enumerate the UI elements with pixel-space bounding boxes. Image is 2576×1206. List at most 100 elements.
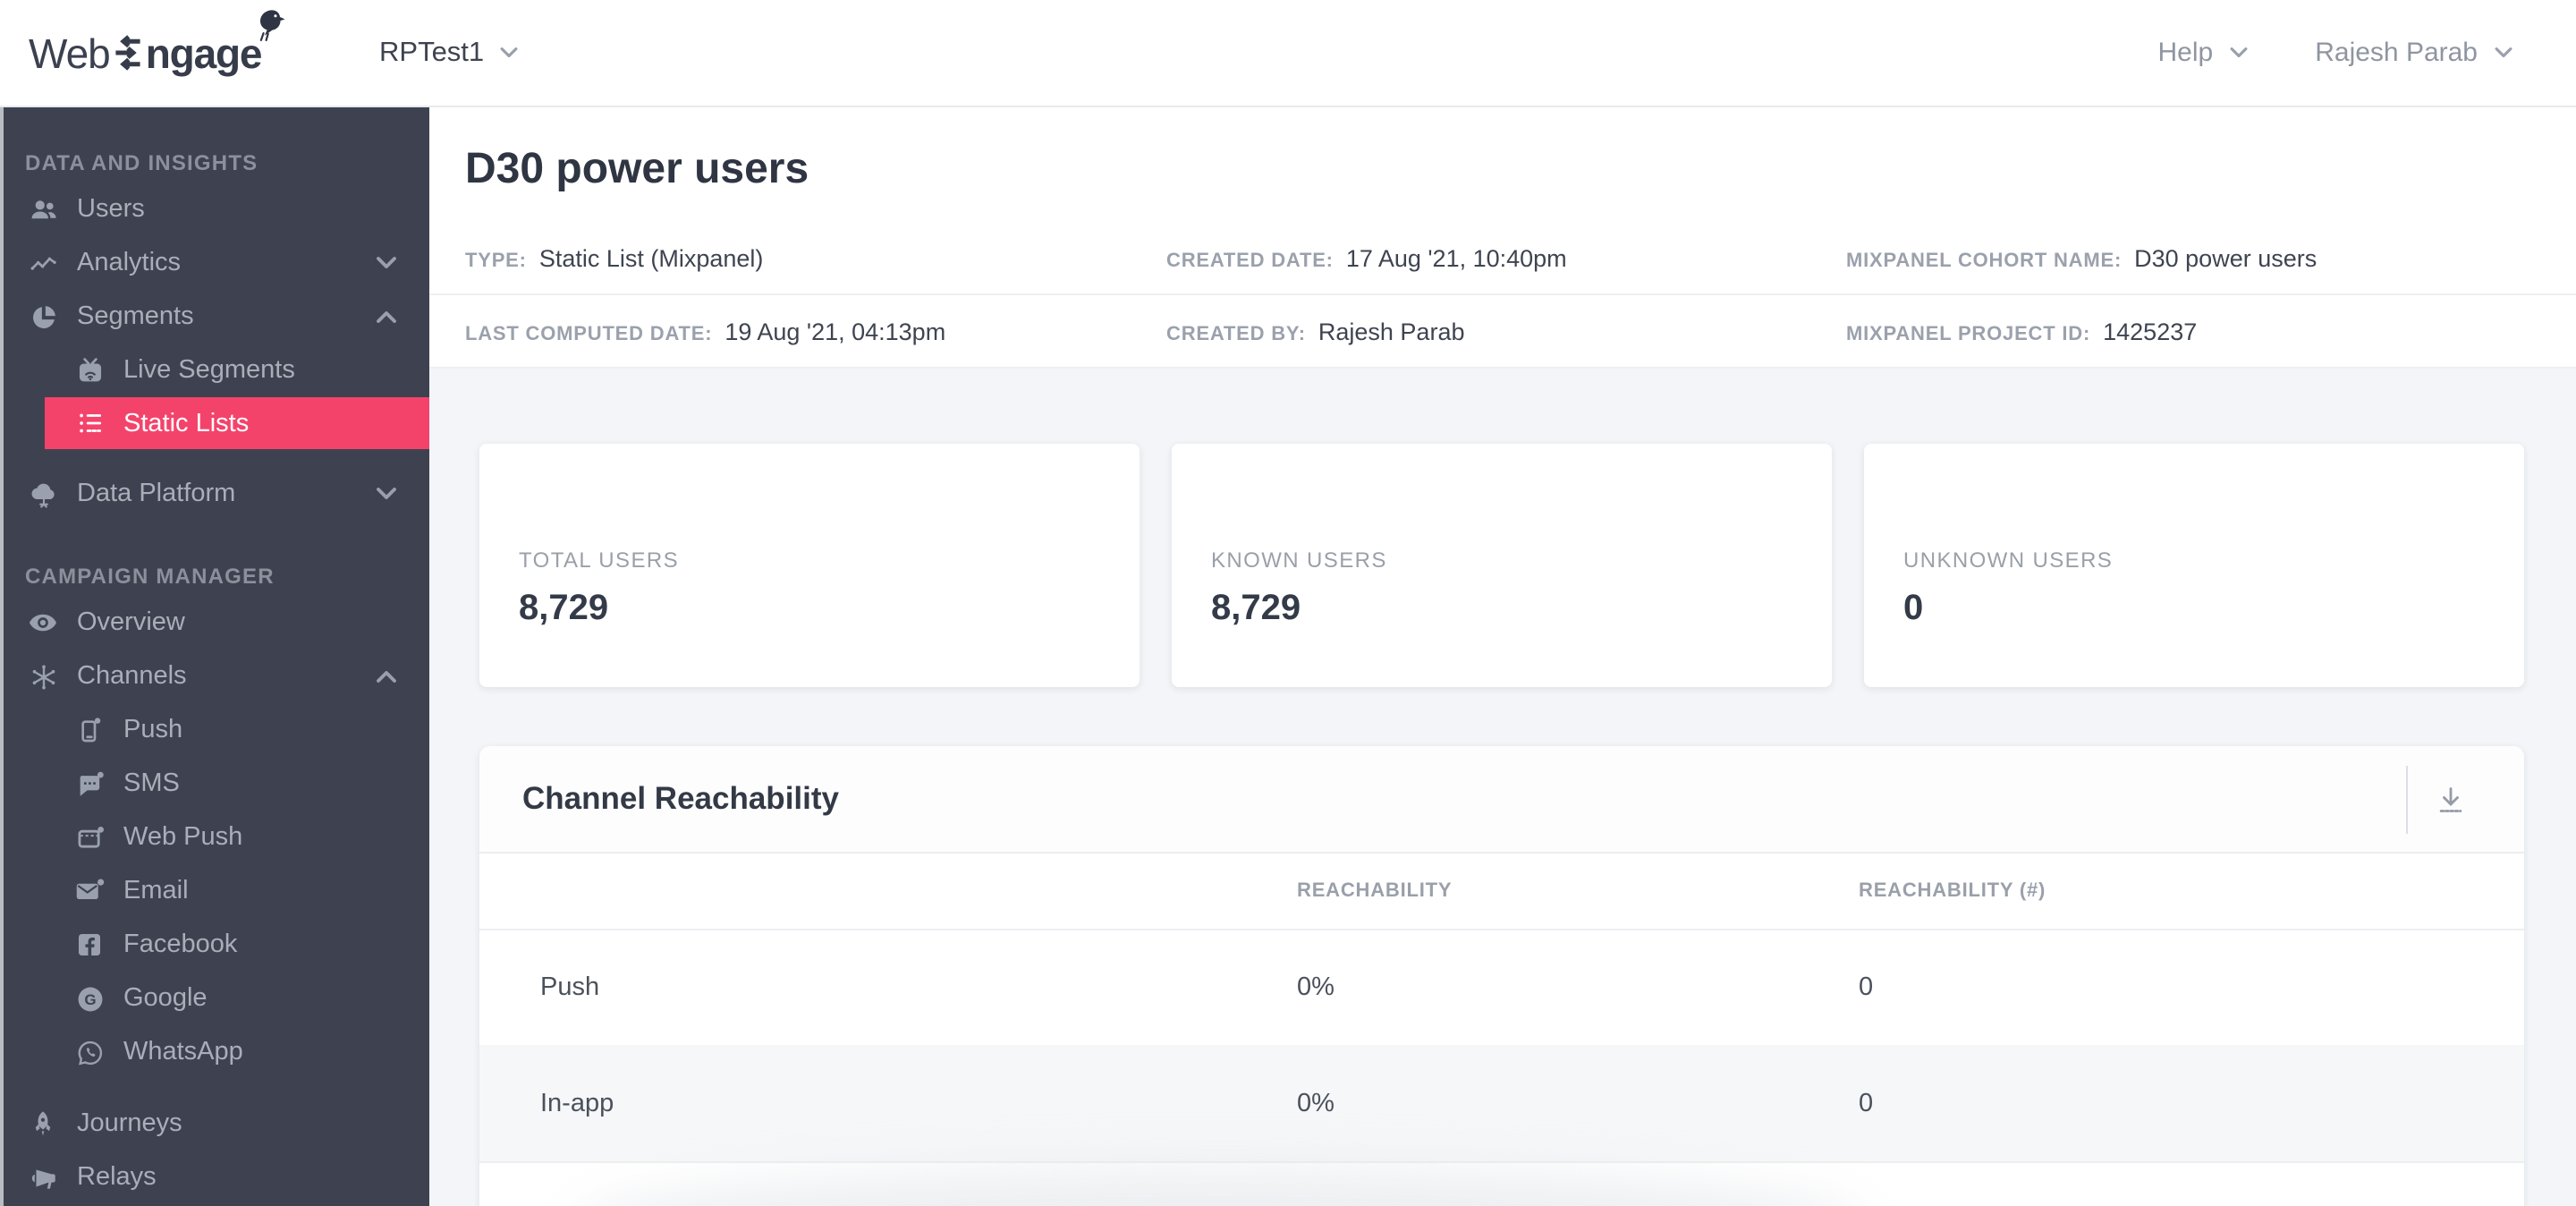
svg-text:G: G (83, 990, 95, 1007)
mobile-push-icon (72, 716, 107, 744)
metadata-row: LAST COMPUTED DATE: 19 Aug '21, 04:13pm … (429, 295, 2576, 369)
list-metadata: TYPE: Static List (Mixpanel) CREATED DAT… (429, 222, 2576, 369)
sidebar-item-segments[interactable]: Segments (0, 290, 429, 344)
meta-last-computed-date: LAST COMPUTED DATE: 19 Aug '21, 04:13pm (465, 318, 946, 344)
project-name: RPTest1 (379, 37, 485, 67)
sidebar-item-label: WhatsApp (123, 1038, 243, 1066)
sidebar-item-web-push[interactable]: Web Push (0, 811, 429, 864)
logo-arrows-icon (114, 33, 144, 80)
stat-cards: TOTAL USERS 8,729 KNOWN USERS 8,729 UNKN… (479, 444, 2524, 687)
sidebar-item-sms[interactable]: SMS (0, 757, 429, 811)
logo-text-web: Web (29, 30, 111, 76)
cell-reachability: 0% (1297, 973, 1335, 1002)
sidebar-item-facebook[interactable]: Facebook (0, 918, 429, 972)
chevron-down-icon (2495, 47, 2512, 58)
sidebar-item-label: Facebook (123, 930, 238, 959)
sidebar-item-data-platform[interactable]: Data Platform (0, 467, 429, 521)
sidebar-item-analytics[interactable]: Analytics (0, 236, 429, 290)
sms-bubble-icon (72, 769, 107, 799)
chevron-down-icon[interactable] (376, 256, 397, 270)
sidebar-section-data-insights: DATA AND INSIGHTS (25, 150, 258, 175)
meta-created-date: CREATED DATE: 17 Aug '21, 10:40pm (1166, 244, 1567, 271)
sidebar-item-email[interactable]: Email (0, 864, 429, 918)
chevron-down-icon (2230, 47, 2248, 58)
cell-reachability-count: 0 (1859, 1089, 1874, 1117)
sidebar-item-journeys[interactable]: Journeys (0, 1097, 429, 1151)
sidebar-item-label: Users (77, 195, 145, 224)
cell-channel: Push (540, 973, 600, 1002)
channels-sub-list: Push SMS Web Push Email Facebook G Googl… (0, 703, 429, 1079)
reachability-column-headers: REACHABILITY REACHABILITY (#) (479, 854, 2524, 930)
segments-sub-list: Live Segments Static Lists (0, 344, 429, 449)
metadata-row: TYPE: Static List (Mixpanel) CREATED DAT… (429, 222, 2576, 295)
sidebar-item-label: Channels (77, 662, 187, 691)
chevron-up-icon[interactable] (376, 310, 397, 324)
sidebar-item-label: Analytics (77, 249, 182, 277)
megaphone-icon (25, 1162, 61, 1193)
sidebar-item-users[interactable]: Users (0, 183, 429, 236)
webengage-logo[interactable]: Web ngage (29, 10, 285, 82)
meta-mixpanel-cohort-name: MIXPANEL COHORT NAME: D30 power users (1846, 244, 2318, 271)
sidebar-item-label: Data Platform (77, 480, 236, 508)
channels-hub-icon (25, 661, 61, 692)
sidebar-section-campaign-manager: CAMPAIGN MANAGER (25, 564, 275, 589)
whatsapp-icon (72, 1037, 107, 1067)
data-platform-icon (25, 479, 61, 509)
sidebar-item-label: Overview (77, 608, 185, 637)
sidebar-item-relays[interactable]: Relays (0, 1151, 429, 1204)
sidebar-item-live-segments[interactable]: Live Segments (0, 344, 429, 397)
sidebar: DATA AND INSIGHTS Users Analytics Segmen… (0, 107, 429, 1206)
stat-card-unknown-users: UNKNOWN USERS 0 (1864, 444, 2524, 687)
chevron-up-icon[interactable] (376, 669, 397, 684)
sidebar-item-label: Static Lists (123, 409, 250, 437)
column-header-reachability-count: REACHABILITY (#) (1859, 880, 2046, 902)
user-name: Rajesh Parab (2315, 38, 2478, 68)
static-lists-icon (72, 408, 107, 438)
sidebar-item-label: Web Push (123, 823, 243, 852)
sidebar-item-overview[interactable]: Overview (0, 596, 429, 650)
project-selector[interactable]: RPTest1 (379, 0, 518, 106)
stat-card-total-users: TOTAL USERS 8,729 (479, 444, 1140, 687)
help-menu[interactable]: Help (2158, 38, 2250, 68)
download-button[interactable] (2424, 773, 2478, 827)
meta-created-by: CREATED BY: Rajesh Parab (1166, 318, 1465, 344)
chevron-down-icon[interactable] (376, 487, 397, 501)
sidebar-item-label: Relays (77, 1163, 157, 1192)
sidebar-item-label: Push (123, 716, 183, 744)
email-envelope-icon (72, 875, 107, 907)
webengage-app: Web ngage RPTest1 Help Rajesh Parab DATA… (0, 0, 2576, 1206)
page-header: D30 power users TYPE: Static List (Mixpa… (429, 107, 2576, 369)
help-label: Help (2157, 38, 2214, 68)
browser-push-icon (72, 822, 107, 853)
column-header-reachability: REACHABILITY (1297, 880, 1453, 902)
user-menu[interactable]: Rajesh Parab (2315, 38, 2513, 68)
table-row-partial (479, 1163, 2524, 1206)
sidebar-item-static-lists[interactable]: Static Lists (45, 397, 429, 449)
sidebar-item-channels[interactable]: Channels (0, 650, 429, 703)
live-segments-icon (72, 355, 107, 386)
main-content: D30 power users TYPE: Static List (Mixpa… (429, 107, 2576, 1206)
sidebar-item-label: Google (123, 984, 208, 1013)
chevron-down-icon (499, 47, 517, 58)
topbar-right: Help Rajesh Parab (2158, 0, 2514, 106)
channel-reachability-header: Channel Reachability (479, 746, 2524, 854)
header-divider (2406, 766, 2408, 834)
cell-reachability: 0% (1297, 1089, 1335, 1117)
meta-mixpanel-project-id: MIXPANEL PROJECT ID: 1425237 (1846, 318, 2198, 344)
sidebar-item-google[interactable]: G Google (0, 972, 429, 1025)
sidebar-item-label: Segments (77, 302, 194, 331)
rocket-icon (25, 1109, 61, 1138)
stat-card-known-users: KNOWN USERS 8,729 (1172, 444, 1832, 687)
sidebar-item-whatsapp[interactable]: WhatsApp (0, 1025, 429, 1079)
topbar: Web ngage RPTest1 Help Rajesh Parab (0, 0, 2576, 107)
logo-bird-icon (249, 7, 288, 54)
cell-channel: In-app (540, 1089, 614, 1117)
users-icon (25, 194, 61, 225)
segments-icon (25, 302, 61, 332)
eye-icon (25, 607, 61, 639)
table-row-inapp: In-app 0% 0 (479, 1045, 2524, 1163)
sidebar-item-label: Live Segments (123, 356, 295, 385)
google-icon: G (72, 983, 107, 1014)
channel-reachability-card: Channel Reachability REACHABILITY REACHA… (479, 746, 2524, 1206)
sidebar-item-push[interactable]: Push (0, 703, 429, 757)
